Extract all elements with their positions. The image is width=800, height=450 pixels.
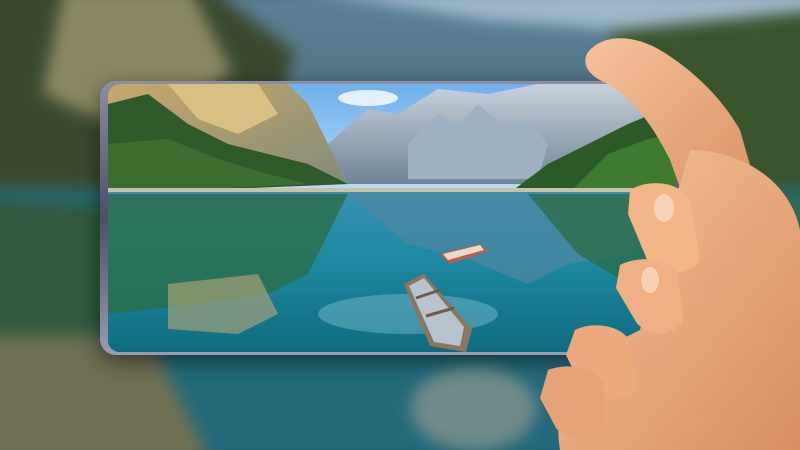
lake-wallpaper	[108, 84, 676, 352]
phone-screen	[108, 84, 676, 352]
smartphone	[100, 81, 684, 355]
